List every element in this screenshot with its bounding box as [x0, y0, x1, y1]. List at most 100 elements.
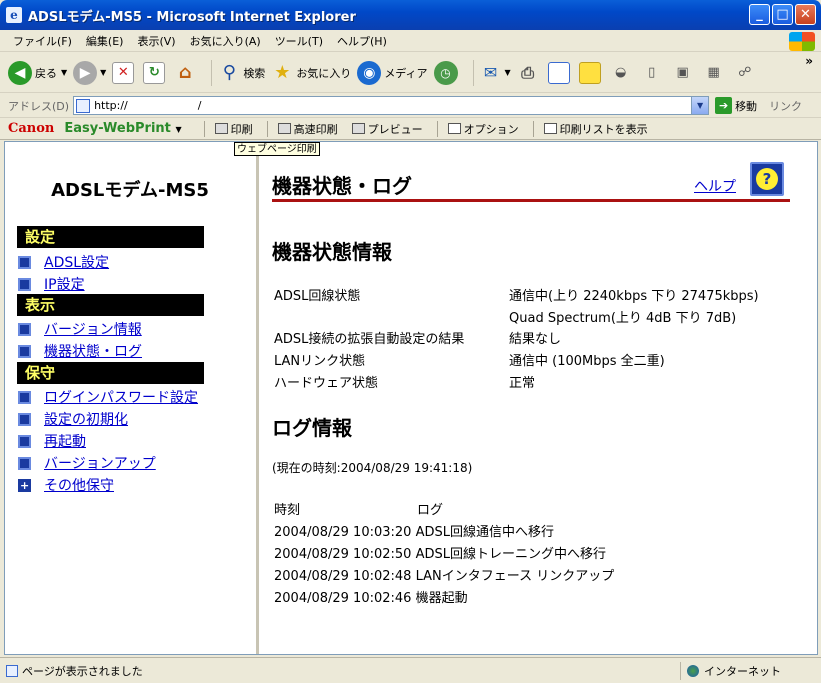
menu-view[interactable]: 表示(V) — [130, 33, 182, 49]
tooltip: ウェブページ印刷 — [234, 142, 320, 156]
status-label: ADSL回線状態 — [274, 289, 361, 304]
sidebar-item-adsl-settings[interactable]: ADSL設定 — [18, 252, 109, 272]
search-label: 検索 — [243, 66, 266, 80]
log-row: 2004/08/29 10:02:48 LANインタフェース リンクアップ — [274, 569, 615, 584]
canon-logo: Canon — [8, 121, 55, 136]
media-label: メディア — [384, 66, 428, 80]
window-title: ADSLモデム-MS5 - Microsoft Internet Explore… — [28, 9, 356, 25]
sidebar-item-device-status-log[interactable]: 機器状態・ログ — [18, 341, 142, 361]
stop-icon: ✕ — [112, 61, 135, 84]
address-dropdown-icon[interactable]: ▼ — [691, 97, 709, 114]
speaker-icon: ▣ — [676, 65, 689, 80]
page-title: 機器状態・ログ — [272, 174, 412, 198]
mail-button[interactable]: ✉ ▼ — [480, 62, 511, 84]
ie-icon: e — [6, 7, 22, 23]
favorites-button[interactable]: ★ お気に入り — [271, 62, 351, 84]
sidebar-link[interactable]: バージョン情報 — [44, 319, 142, 339]
sidebar-item-other-maintenance[interactable]: + その他保守 — [18, 475, 114, 495]
sidebar-item-version-info[interactable]: バージョン情報 — [18, 319, 142, 339]
note-button[interactable] — [578, 61, 604, 84]
sidebar-link[interactable]: ADSL設定 — [44, 252, 109, 272]
status-value: 正常 — [509, 376, 536, 391]
address-bar: アドレス(D) http:// / ▼ ➔ 移動 リンク — [0, 94, 821, 118]
media-button[interactable]: ◉ メディア — [357, 60, 428, 85]
sidebar-link[interactable]: バージョンアップ — [44, 453, 156, 473]
standard-toolbar: ◀ 戻る ▼ ▶ ▼ ✕ ↻ ⌂ ⚲ 検索 ★ お気に入り ◉ メディア ◷ ✉… — [0, 53, 821, 93]
status-text: ページが表示されました — [22, 664, 143, 678]
mail-icon: ✉ — [483, 63, 498, 82]
tool-button-3[interactable]: ▣ — [672, 62, 697, 84]
canon-preview-button[interactable]: プレビュー — [351, 121, 423, 137]
back-button[interactable]: ◀ 戻る ▼ — [8, 60, 67, 85]
toolbar-more-chevron[interactable]: » — [805, 54, 813, 68]
address-input[interactable]: http:// / ▼ — [73, 96, 710, 115]
home-button[interactable]: ⌂ — [174, 62, 199, 84]
forward-button[interactable]: ▶ ▼ — [73, 60, 106, 85]
print-button[interactable]: ⎙ — [517, 62, 542, 84]
refresh-icon: ↻ — [143, 61, 166, 84]
device-icon: ▯ — [648, 65, 656, 80]
sidebar-item-login-password[interactable]: ログインパスワード設定 — [18, 387, 198, 407]
section-settings: 設定 — [17, 226, 204, 248]
windows-logo-icon — [789, 32, 815, 51]
browser-content: ADSLモデム-MS5 設定 ADSL設定 IP設定 表示 バージョン情報 機器… — [4, 141, 818, 655]
sidebar-link[interactable]: 機器状態・ログ — [44, 341, 142, 361]
maximize-button[interactable]: □ — [772, 4, 793, 25]
menu-file[interactable]: ファイル(F) — [6, 33, 79, 49]
calculator-icon: ▦ — [707, 65, 720, 80]
canon-options-button[interactable]: オプション — [447, 121, 519, 137]
search-button[interactable]: ⚲ 検索 — [218, 62, 266, 84]
sidebar-item-version-up[interactable]: バージョンアップ — [18, 453, 156, 473]
log-col-log: ログ — [417, 503, 444, 518]
go-button[interactable]: ➔ 移動 — [715, 97, 757, 114]
easy-webprint-menu[interactable]: Easy-WebPrint ▼ — [64, 121, 181, 136]
back-arrow-icon: ◀ — [8, 60, 32, 85]
canon-print-list-button[interactable]: 印刷リストを表示 — [543, 121, 648, 137]
status-label: LANリンク状態 — [274, 354, 366, 369]
history-button[interactable]: ◷ — [433, 60, 461, 85]
tool-button-2[interactable]: ▯ — [641, 62, 666, 84]
help-link[interactable]: ヘルプ — [694, 176, 736, 196]
status-bar: ページが表示されました インターネット — [0, 657, 821, 683]
menu-edit[interactable]: 編集(E) — [79, 33, 131, 49]
bullet-icon — [18, 277, 31, 291]
bullet-icon — [18, 456, 31, 470]
canon-print-button[interactable]: 印刷 — [214, 121, 253, 137]
menu-help[interactable]: ヘルプ(H) — [330, 33, 394, 49]
log-heading: ログ情報 — [272, 416, 352, 440]
tool-button-4[interactable]: ▦ — [703, 62, 728, 84]
sidebar-link[interactable]: 再起動 — [44, 431, 86, 451]
sidebar-link[interactable]: IP設定 — [44, 274, 85, 294]
title-underline — [272, 199, 790, 202]
sidebar-link[interactable]: 設定の初期化 — [44, 409, 128, 429]
bullet-icon — [18, 412, 31, 426]
menu-favorites[interactable]: お気に入り(A) — [183, 33, 268, 49]
bullet-icon — [18, 344, 31, 358]
status-value: 通信中(上り 2240kbps 下り 27475kbps) — [509, 289, 759, 304]
preview-icon — [351, 123, 365, 134]
status-value: 結果なし — [509, 332, 562, 347]
stop-button[interactable]: ✕ — [112, 61, 137, 84]
help-icon[interactable]: ? — [750, 162, 784, 196]
title-bar: e ADSLモデム-MS5 - Microsoft Internet Explo… — [0, 0, 821, 30]
sidebar-item-ip-settings[interactable]: IP設定 — [18, 274, 85, 294]
sidebar-link[interactable]: その他保守 — [44, 475, 114, 495]
plus-icon: + — [18, 478, 31, 492]
disc-icon: ◒ — [615, 65, 627, 80]
sidebar-item-restart[interactable]: 再起動 — [18, 431, 86, 451]
links-button[interactable]: リンク — [769, 98, 802, 114]
list-icon — [543, 123, 557, 134]
tool-button-1[interactable]: ◒ — [610, 62, 635, 84]
edit-button[interactable] — [547, 61, 573, 84]
refresh-button[interactable]: ↻ — [143, 61, 168, 84]
sidebar-frame: ADSLモデム-MS5 設定 ADSL設定 IP設定 表示 バージョン情報 機器… — [5, 142, 259, 654]
history-icon: ◷ — [433, 60, 458, 85]
address-label: アドレス(D) — [8, 99, 70, 113]
minimize-button[interactable]: _ — [749, 4, 770, 25]
canon-fast-print-button[interactable]: 高速印刷 — [277, 121, 338, 137]
tool-button-5[interactable]: ☍ — [734, 62, 759, 84]
close-button[interactable]: ✕ — [795, 4, 816, 25]
menu-tools[interactable]: ツール(T) — [268, 33, 330, 49]
sidebar-link[interactable]: ログインパスワード設定 — [44, 387, 198, 407]
sidebar-item-factory-reset[interactable]: 設定の初期化 — [18, 409, 128, 429]
